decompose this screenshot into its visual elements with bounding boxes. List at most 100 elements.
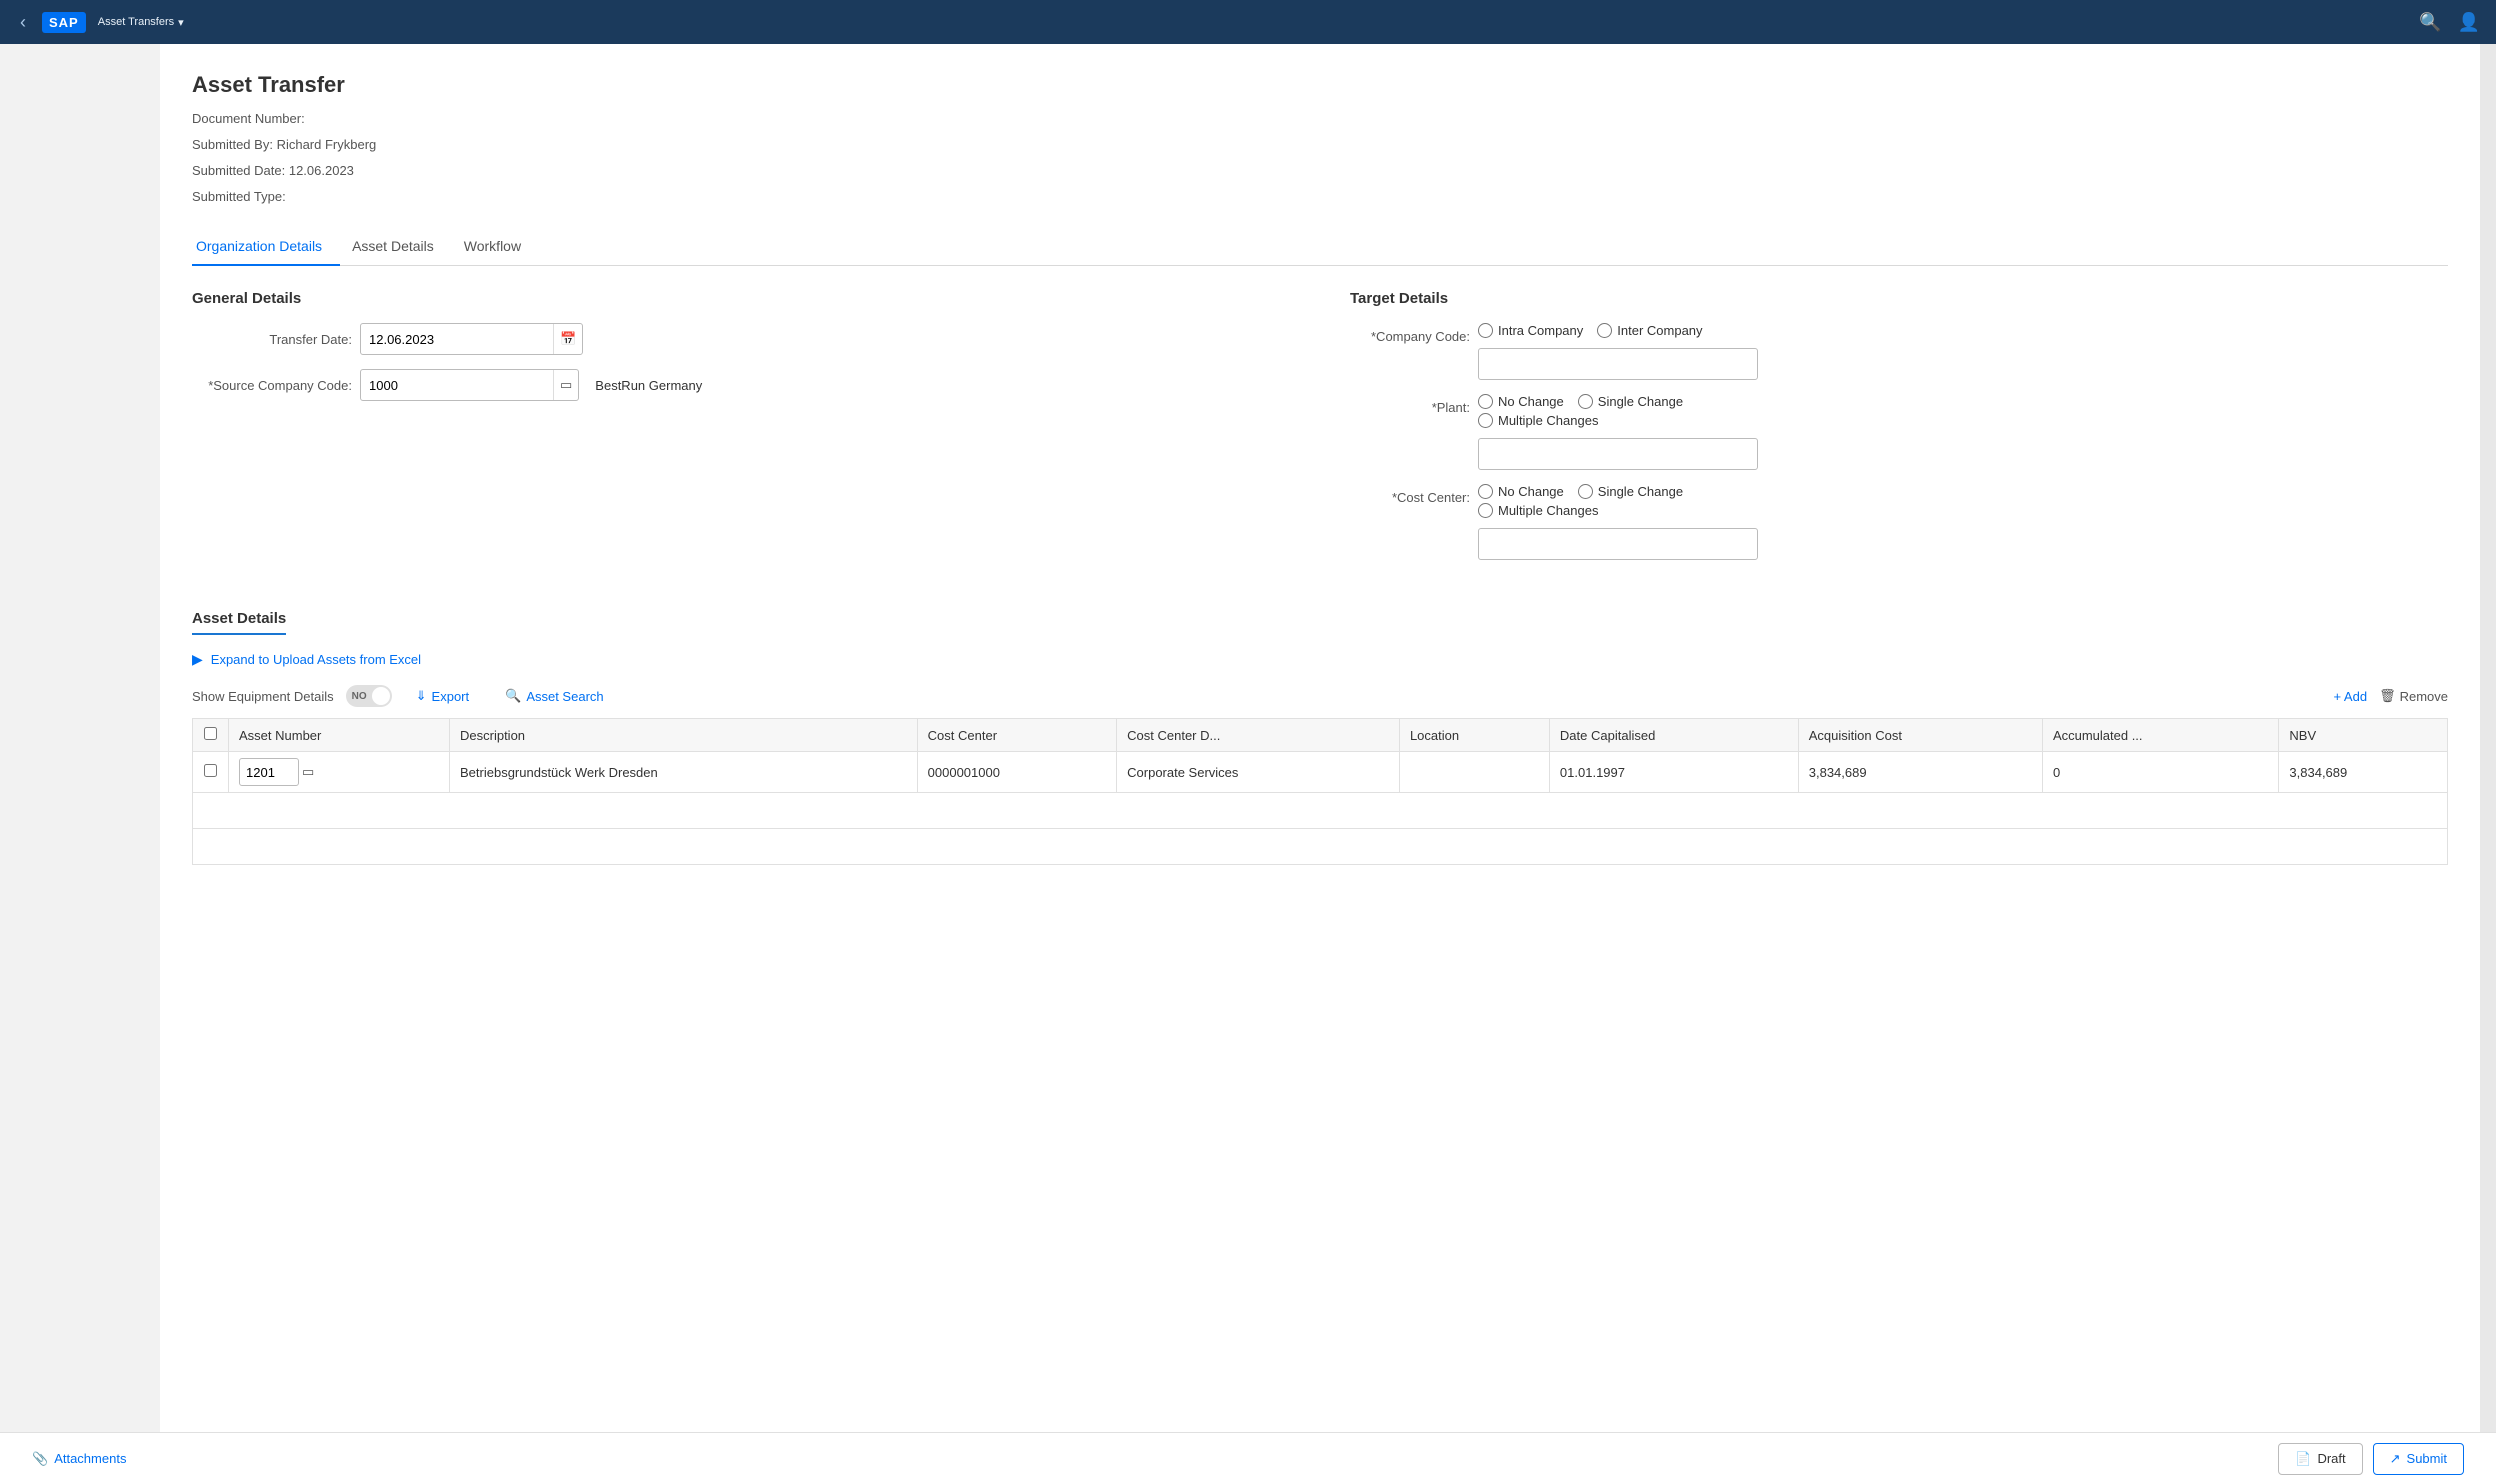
acquisition-cost-cell: 3,834,689 xyxy=(1798,752,2042,793)
tab-organization-details[interactable]: Organization Details xyxy=(192,228,340,266)
submit-button[interactable]: ↗ Submit xyxy=(2373,1443,2464,1475)
asset-search-icon: 🔍 xyxy=(505,688,521,704)
transfer-date-input[interactable] xyxy=(361,323,553,355)
page-title: Asset Transfer xyxy=(192,72,2448,98)
search-icon[interactable]: 🔍 xyxy=(2419,12,2441,33)
plant-no-change-radio[interactable]: No Change xyxy=(1478,394,1564,409)
description-cell: Betriebsgrundstück Werk Dresden xyxy=(450,752,918,793)
content-area: Asset Transfer Document Number: Submitte… xyxy=(160,44,2480,1484)
plant-single-change-radio[interactable]: Single Change xyxy=(1578,394,1683,409)
plant-text-input[interactable] xyxy=(1478,438,1758,470)
user-icon[interactable]: 👤 xyxy=(2458,12,2480,33)
cc-no-change-input[interactable] xyxy=(1478,484,1493,499)
row-checkbox[interactable] xyxy=(204,764,217,777)
trash-icon: 🗑 xyxy=(2379,688,2396,704)
export-icon: ⇓ xyxy=(416,688,427,704)
submitted-type: Submitted Type: xyxy=(192,186,2448,208)
asset-search-button[interactable]: 🔍 Asset Search xyxy=(493,682,616,710)
col-acquisition-cost: Acquisition Cost xyxy=(1798,719,2042,752)
nav-title: Asset Transfers ▾ xyxy=(98,16,184,29)
asset-details-section: Asset Details ▶ Expand to Upload Assets … xyxy=(192,610,2448,865)
col-nbv: NBV xyxy=(2279,719,2448,752)
draft-button[interactable]: 📄 Draft xyxy=(2278,1443,2362,1475)
page-footer: 📎 Attachments 📄 Draft ↗ Submit xyxy=(0,1432,2496,1484)
back-button[interactable]: ‹ xyxy=(16,8,30,37)
cc-no-change-radio[interactable]: No Change xyxy=(1478,484,1564,499)
submitted-date: Submitted Date: 12.06.2023 xyxy=(192,160,2448,182)
expand-row[interactable]: ▶ Expand to Upload Assets from Excel xyxy=(192,651,2448,668)
attachments-link[interactable]: 📎 Attachments xyxy=(32,1451,126,1467)
toggle-state: NO xyxy=(352,691,367,702)
document-number: Document Number: xyxy=(192,108,2448,130)
plant-single-change-input[interactable] xyxy=(1578,394,1593,409)
calendar-icon[interactable]: 📅 xyxy=(553,324,582,354)
company-code-options: Intra Company Inter Company xyxy=(1478,323,1758,380)
add-button[interactable]: + Add xyxy=(2333,689,2367,704)
select-all-checkbox[interactable] xyxy=(204,727,217,740)
dropdown-icon[interactable]: ▾ xyxy=(178,16,184,29)
draft-icon: 📄 xyxy=(2295,1451,2311,1467)
asset-number-wrap: ▭ xyxy=(239,758,439,786)
plant-multiple-changes-input[interactable] xyxy=(1478,413,1493,428)
company-code-radio-row: Intra Company Inter Company xyxy=(1478,323,1758,338)
cost-center-text-input[interactable] xyxy=(1478,528,1758,560)
col-location: Location xyxy=(1399,719,1549,752)
plant-label: *Plant: xyxy=(1350,394,1470,415)
empty-row-2 xyxy=(193,829,2448,865)
top-nav: ‹ SAP Asset Transfers ▾ 🔍 👤 xyxy=(0,0,2496,44)
copy-icon[interactable]: ▭ xyxy=(302,764,314,780)
plant-multiple-changes-radio[interactable]: Multiple Changes xyxy=(1478,413,1598,428)
col-cost-center-d: Cost Center D... xyxy=(1117,719,1400,752)
footer-buttons: 📄 Draft ↗ Submit xyxy=(2278,1443,2464,1475)
location-cell xyxy=(1399,752,1549,793)
cc-single-change-radio[interactable]: Single Change xyxy=(1578,484,1683,499)
show-equipment-label: Show Equipment Details xyxy=(192,689,334,704)
plant-radio-group: No Change Single Change Multiple Changes xyxy=(1478,394,1758,470)
tabs: Organization Details Asset Details Workf… xyxy=(192,228,2448,266)
sidebar-left xyxy=(0,44,160,1484)
source-company-code-label: *Source Company Code: xyxy=(192,378,352,393)
export-button[interactable]: ⇓ Export xyxy=(404,682,481,710)
tab-asset-details[interactable]: Asset Details xyxy=(348,228,452,266)
main-area: Asset Transfer Document Number: Submitte… xyxy=(0,44,2496,1484)
nbv-cell: 3,834,689 xyxy=(2279,752,2448,793)
inter-company-radio[interactable]: Inter Company xyxy=(1597,323,1702,338)
asset-number-input[interactable] xyxy=(239,758,299,786)
source-company-name: BestRun Germany xyxy=(595,378,702,393)
table-row: ▭ Betriebsgrundstück Werk Dresden 000000… xyxy=(193,752,2448,793)
inter-company-input[interactable] xyxy=(1597,323,1612,338)
intra-company-radio[interactable]: Intra Company xyxy=(1478,323,1583,338)
intra-company-input[interactable] xyxy=(1478,323,1493,338)
nav-icons: 🔍 👤 xyxy=(2419,12,2480,33)
cost-center-radio-row2: Multiple Changes xyxy=(1478,503,1758,518)
submitted-by: Submitted By: Richard Frykberg xyxy=(192,134,2448,156)
source-company-code-input[interactable] xyxy=(361,369,553,401)
sap-logo: SAP xyxy=(42,12,86,33)
source-company-code-input-wrap: ▭ xyxy=(360,369,579,401)
submit-icon: ↗ xyxy=(2390,1451,2401,1467)
row-checkbox-cell xyxy=(193,752,229,793)
plant-row: *Plant: No Change Single Change xyxy=(1350,394,2448,470)
accumulated-cell: 0 xyxy=(2042,752,2278,793)
plant-no-change-input[interactable] xyxy=(1478,394,1493,409)
company-code-text-input[interactable] xyxy=(1478,348,1758,380)
cc-multiple-changes-input[interactable] xyxy=(1478,503,1493,518)
expand-icon: ▶ xyxy=(192,651,203,668)
col-accumulated: Accumulated ... xyxy=(2042,719,2278,752)
cost-center-d-cell: Corporate Services xyxy=(1117,752,1400,793)
cc-multiple-changes-radio[interactable]: Multiple Changes xyxy=(1478,503,1598,518)
col-asset-number: Asset Number xyxy=(229,719,450,752)
equipment-toggle[interactable]: NO xyxy=(346,685,392,707)
transfer-date-label: Transfer Date: xyxy=(192,332,352,347)
company-code-label: *Company Code: xyxy=(1350,323,1470,344)
asset-table: Asset Number Description Cost Center Cos… xyxy=(192,718,2448,865)
empty-row-1 xyxy=(193,793,2448,829)
attachment-icon: 📎 xyxy=(32,1451,48,1467)
cc-single-change-input[interactable] xyxy=(1578,484,1593,499)
remove-button[interactable]: 🗑 Remove xyxy=(2379,688,2448,704)
details-columns: General Details Transfer Date: 📅 *Source… xyxy=(192,290,2448,574)
table-toolbar: Show Equipment Details NO ⇓ Export 🔍 Ass… xyxy=(192,682,2448,710)
tab-workflow[interactable]: Workflow xyxy=(460,228,539,266)
company-code-row: *Company Code: Intra Company Inter Compa… xyxy=(1350,323,2448,380)
popup-icon[interactable]: ▭ xyxy=(553,370,578,400)
